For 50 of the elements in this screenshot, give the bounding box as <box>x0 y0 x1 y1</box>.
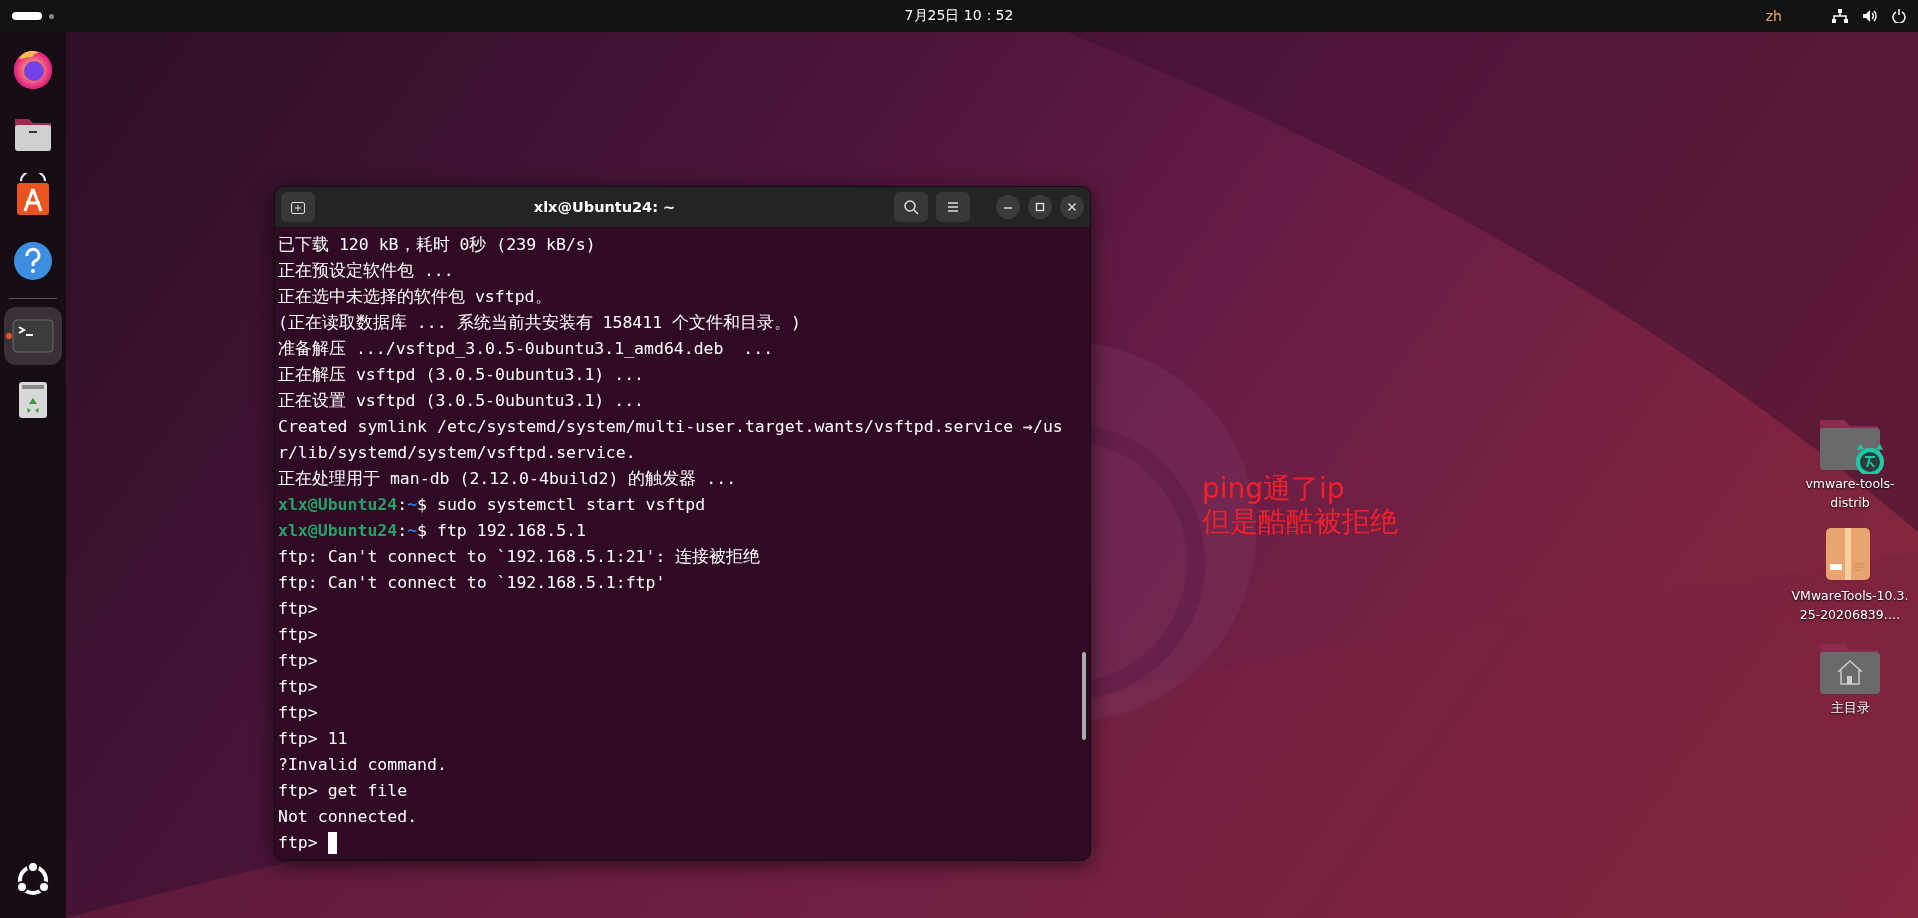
terminal-line: ftp> get file <box>278 780 408 802</box>
new-tab-icon <box>290 199 306 215</box>
terminal-line: 已下载 120 kB，耗时 0秒 (239 kB/s) <box>278 234 596 256</box>
scrollbar-thumb[interactable] <box>1082 652 1086 740</box>
workspace-dot[interactable] <box>49 13 54 19</box>
terminal-line: 正在处理用于 man-db (2.12.0-4build2) 的触发器 ... <box>278 468 737 490</box>
terminal-line: 正在选中未选择的软件包 vsftpd。 <box>278 286 552 308</box>
input-line[interactable]: ftp> <box>278 830 318 856</box>
workspace-indicator[interactable] <box>12 12 42 20</box>
search-icon <box>903 199 919 215</box>
terminal-line: (正在读取数据库 ... 系统当前共安装有 158411 个文件和目录。) <box>278 312 801 334</box>
terminal-line: 正在解压 vsftpd (3.0.5-0ubuntu3.1) ... <box>278 364 644 386</box>
prompt-line: xlx@Ubuntu24:~$ sudo systemctl start vsftpd <box>278 494 706 516</box>
terminal-line: ftp> <box>278 624 318 646</box>
terminal-line: r/lib/systemd/system/vsftpd.service. <box>278 442 636 464</box>
new-tab-button[interactable] <box>281 192 315 222</box>
text-cursor <box>327 832 337 854</box>
desktop-icon-label[interactable]: 主目录 <box>1788 698 1912 717</box>
terminal-line: ftp: Can't connect to `192.168.5.1:ftp' <box>278 572 666 594</box>
close-icon <box>1066 201 1078 213</box>
desktop-icon-label[interactable]: vmware-tools-distrib <box>1788 474 1912 512</box>
maximize-icon <box>1034 201 1046 213</box>
volume-icon[interactable] <box>1862 9 1878 23</box>
annotation-text: 但是酷酷被拒绝 <box>1202 505 1398 538</box>
terminal-line: ftp> 11 <box>278 728 348 750</box>
terminal-line: ftp> <box>278 702 318 724</box>
close-button[interactable] <box>1060 195 1084 219</box>
maximize-button[interactable] <box>1028 195 1052 219</box>
terminal-line: ftp: Can't connect to `192.168.5.1:21': 连接被拒绝 <box>278 546 761 568</box>
terminal-line: ftp> <box>278 598 318 620</box>
terminal-line: Created symlink /etc/systemd/system/multi-user.target.wants/vsftpd.service →/us <box>278 416 1063 438</box>
terminal-line: 正在预设定软件包 ... <box>278 260 454 282</box>
menu-icon <box>945 199 961 215</box>
terminal-line: ?Invalid command. <box>278 754 447 776</box>
network-icon[interactable] <box>1832 9 1848 23</box>
power-icon[interactable] <box>1892 9 1906 23</box>
menu-button[interactable] <box>936 192 970 222</box>
prompt-line: xlx@Ubuntu24:~$ ftp 192.168.5.1 <box>278 520 586 542</box>
minimize-button[interactable] <box>996 195 1020 219</box>
terminal-line: ftp> <box>278 676 318 698</box>
annotation-text: ping通了ip <box>1202 472 1346 505</box>
input-language[interactable]: zh <box>1765 8 1782 24</box>
clock[interactable]: 7月25日 10：52 <box>904 7 1014 25</box>
terminal-line: ftp> <box>278 650 318 672</box>
terminal-line: 准备解压 .../vsftpd_3.0.5-0ubuntu3.1_amd64.deb ... <box>278 338 774 360</box>
search-button[interactable] <box>894 192 928 222</box>
desktop-icon-label[interactable]: VMwareTools-10.3.25-20206839.… <box>1788 586 1912 624</box>
terminal-line: Not connected. <box>278 806 418 828</box>
terminal-line: 正在设置 vsftpd (3.0.5-0ubuntu3.1) ... <box>278 390 644 412</box>
window-title: xlx@Ubuntu24: ~ <box>532 199 677 215</box>
